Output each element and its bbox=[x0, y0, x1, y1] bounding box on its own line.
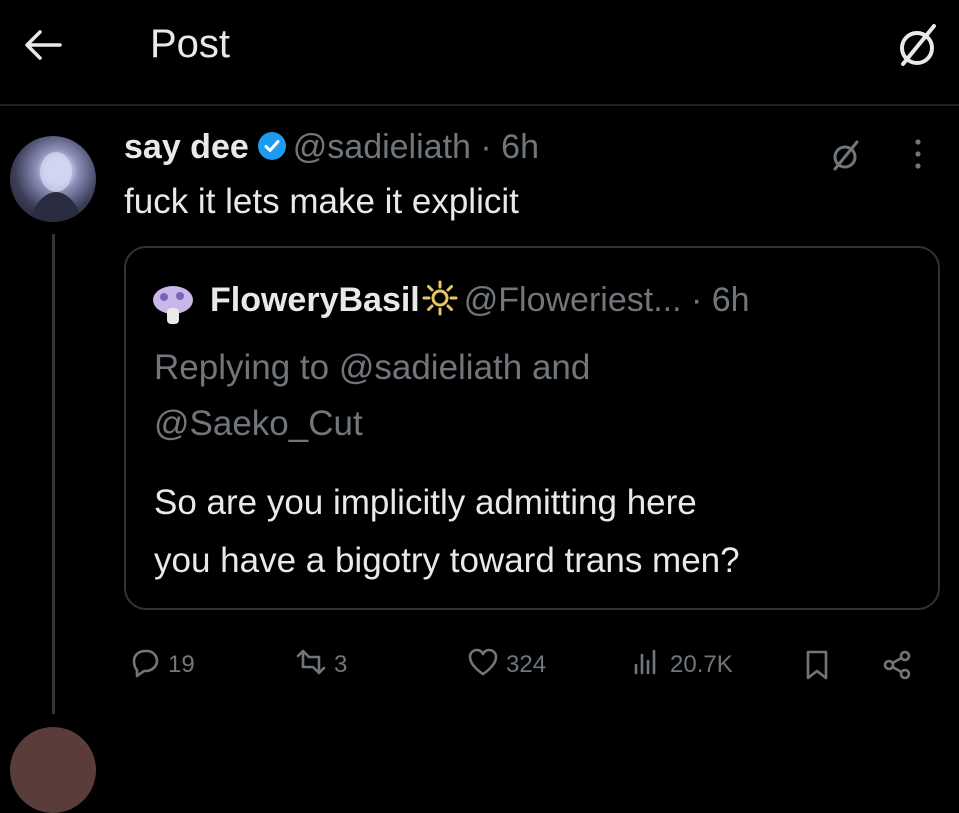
header-divider bbox=[0, 104, 959, 106]
replying-line: Replying to @sadieliath and bbox=[154, 348, 591, 387]
views-count: 20.7K bbox=[670, 651, 733, 678]
quote-text-line: So are you implicitly admitting here bbox=[154, 483, 697, 522]
top-bar: Post bbox=[0, 0, 959, 104]
grok-icon[interactable] bbox=[890, 18, 944, 72]
quote-avatar[interactable] bbox=[150, 282, 196, 328]
replying-line: @Saeko_Cut bbox=[154, 404, 363, 443]
quote-header: FloweryBasil @Floweriest... · 6h bbox=[210, 280, 750, 320]
action-bar: 19 3 324 20.7K bbox=[124, 640, 944, 690]
quoted-post[interactable]: FloweryBasil @Floweriest... · 6h Replying… bbox=[124, 246, 940, 610]
author-name[interactable]: say dee bbox=[124, 128, 249, 166]
quote-text-line: you have a bigotry toward trans men? bbox=[154, 541, 740, 580]
post-text: fuck it lets make it explicit bbox=[124, 182, 519, 221]
more-icon[interactable] bbox=[908, 134, 928, 174]
back-arrow-icon[interactable] bbox=[20, 22, 66, 68]
repost-button[interactable]: 3 bbox=[294, 640, 347, 690]
sun-icon bbox=[422, 280, 458, 316]
avatar[interactable] bbox=[10, 727, 96, 813]
like-count: 324 bbox=[506, 651, 547, 678]
author-handle[interactable]: @sadieliath bbox=[293, 128, 471, 166]
verified-badge-icon bbox=[257, 131, 287, 161]
reply-count: 19 bbox=[168, 651, 195, 678]
like-icon bbox=[466, 645, 506, 686]
grok-icon[interactable] bbox=[826, 136, 864, 174]
bookmark-icon[interactable] bbox=[800, 640, 840, 690]
reply-button[interactable]: 19 bbox=[128, 640, 195, 690]
share-icon[interactable] bbox=[880, 640, 920, 690]
thread-line bbox=[52, 234, 55, 714]
avatar[interactable] bbox=[10, 136, 96, 222]
page-title: Post bbox=[150, 22, 231, 66]
reply-icon bbox=[128, 645, 168, 686]
post-header: say dee @sadieliath · 6h bbox=[124, 128, 539, 167]
quote-author-name[interactable]: FloweryBasil bbox=[210, 281, 420, 319]
quote-time: · 6h bbox=[690, 281, 750, 319]
quote-handle[interactable]: @Floweriest... bbox=[464, 281, 682, 319]
views-button[interactable]: 20.7K bbox=[630, 640, 733, 690]
repost-count: 3 bbox=[334, 651, 348, 678]
replying-to: Replying to @sadieliath and @Saeko_Cut bbox=[154, 340, 914, 452]
post-time[interactable]: · 6h bbox=[480, 128, 539, 166]
repost-icon bbox=[294, 645, 334, 686]
views-icon bbox=[630, 645, 670, 686]
like-button[interactable]: 324 bbox=[466, 640, 546, 690]
quote-text: So are you implicitly admitting here you… bbox=[154, 474, 934, 590]
